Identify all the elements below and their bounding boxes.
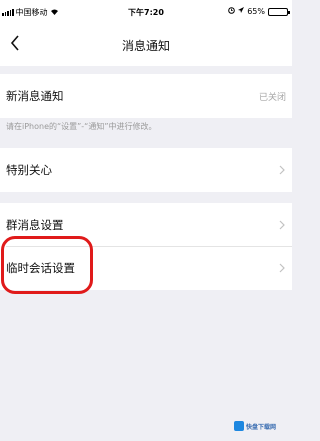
chevron-right-icon bbox=[279, 220, 285, 230]
nav-bar: 消息通知 bbox=[0, 22, 292, 66]
page-title: 消息通知 bbox=[121, 39, 170, 53]
status-right: 65% bbox=[228, 7, 290, 16]
chevron-right-icon bbox=[279, 165, 285, 175]
new-message-notification-value: 已关闭 bbox=[258, 93, 286, 103]
special-care-row[interactable]: 特别关心 bbox=[0, 148, 292, 192]
watermark-text: 快盘下载网 bbox=[246, 423, 277, 431]
settings-hint: 请在iPhone的“设置”-“通知”中进行修改。 bbox=[6, 122, 157, 131]
special-care-label: 特别关心 bbox=[6, 163, 52, 177]
battery-percent: 65% bbox=[247, 7, 265, 16]
group-message-settings-label: 群消息设置 bbox=[6, 218, 64, 232]
chevron-right-icon bbox=[279, 263, 285, 273]
battery-icon bbox=[268, 7, 290, 16]
new-message-notification-row[interactable]: 新消息通知 已关闭 bbox=[0, 74, 292, 118]
watermark-logo-icon bbox=[234, 421, 244, 431]
status-bar: 中国移动 下午7:20 65% bbox=[0, 0, 292, 22]
new-message-notification-label: 新消息通知 bbox=[6, 89, 64, 103]
alarm-icon bbox=[228, 7, 236, 16]
watermark: 快盘下载网 bbox=[234, 418, 288, 434]
location-icon bbox=[238, 7, 245, 16]
highlight-annotation bbox=[1, 236, 93, 294]
